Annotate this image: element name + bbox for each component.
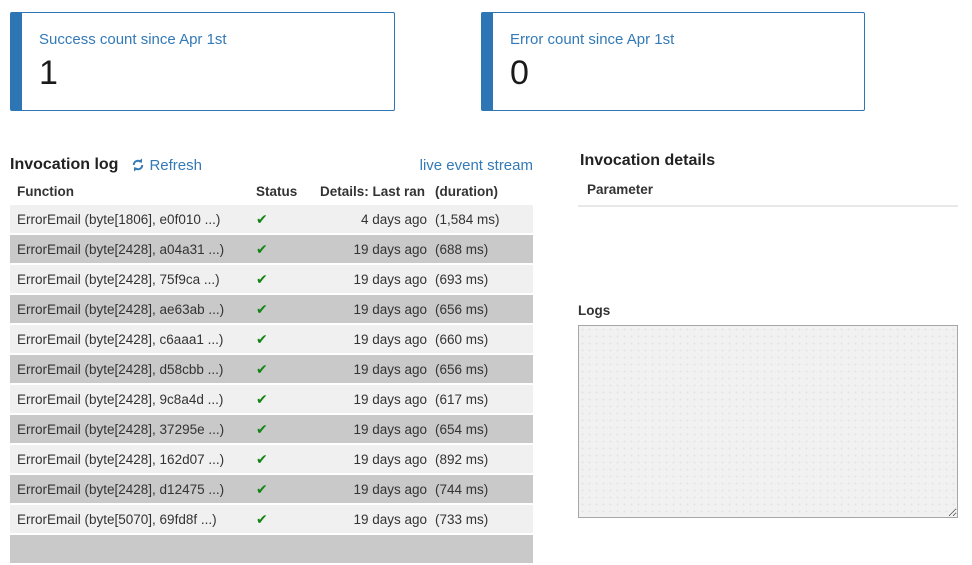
last-ran-cell: 19 days ago (353, 511, 427, 527)
last-ran-cell: 19 days ago (353, 361, 427, 377)
success-count-label: Success count since Apr 1st (39, 31, 227, 48)
function-cell: ErrorEmail (byte[1806], e0f010 ...) (17, 211, 221, 227)
function-cell: ErrorEmail (byte[2428], d58cbb ...) (17, 361, 224, 377)
status-cell: ✔ (240, 332, 302, 347)
table-row[interactable]: ErrorEmail (byte[2428], 9c8a4d ...) ✔ 19… (10, 385, 533, 413)
status-cell: ✔ (240, 212, 302, 227)
function-cell: ErrorEmail (byte[2428], 75f9ca ...) (17, 271, 220, 287)
last-ran-cell: 19 days ago (353, 331, 427, 347)
status-cell: ✔ (240, 482, 302, 497)
status-cell: ✔ (240, 512, 302, 527)
last-ran-cell: 4 days ago (360, 211, 427, 227)
status-cell: ✔ (240, 272, 302, 287)
column-header-duration: (duration) (435, 183, 498, 199)
success-check-icon: ✔ (256, 270, 268, 287)
invocation-log-title: Invocation log (10, 156, 119, 173)
function-cell: ErrorEmail (byte[5070], 69fd8f ...) (17, 511, 217, 527)
duration-cell: (733 ms) (435, 511, 489, 527)
duration-cell: (892 ms) (435, 451, 489, 467)
success-check-icon: ✔ (256, 420, 268, 437)
duration-cell: (744 ms) (435, 481, 489, 497)
last-ran-cell: 19 days ago (353, 241, 427, 257)
invocation-details-title: Invocation details (580, 152, 716, 169)
log-rows: ErrorEmail (byte[1806], e0f010 ...) ✔ 4 … (10, 205, 533, 563)
last-ran-cell: 19 days ago (353, 391, 427, 407)
column-header-last-ran: Details: Last ran (319, 183, 425, 199)
status-cell: ✔ (240, 242, 302, 257)
function-cell: ErrorEmail (byte[2428], d12475 ...) (17, 481, 225, 497)
function-cell: ErrorEmail (byte[2428], 162d07 ...) (17, 451, 225, 467)
parameter-column-header: Parameter (587, 182, 654, 197)
success-check-icon: ✔ (256, 210, 268, 227)
duration-cell: (1,584 ms) (435, 211, 500, 227)
last-ran-cell: 19 days ago (353, 301, 427, 317)
success-count-value: 1 (39, 54, 58, 92)
status-cell: ✔ (240, 302, 302, 317)
last-ran-cell: 19 days ago (353, 451, 427, 467)
function-cell: ErrorEmail (byte[2428], a04a31 ...) (17, 241, 225, 257)
table-row[interactable]: ErrorEmail (byte[2428], 162d07 ...) ✔ 19… (10, 445, 533, 473)
refresh-button[interactable]: Refresh (131, 157, 202, 174)
table-row[interactable]: ErrorEmail (byte[2428], c6aaa1 ...) ✔ 19… (10, 325, 533, 353)
duration-cell: (656 ms) (435, 301, 489, 317)
table-row[interactable]: ErrorEmail (byte[5070], 69fd8f ...) ✔ 19… (10, 505, 533, 533)
error-count-card: Error count since Apr 1st 0 (481, 12, 865, 111)
table-row[interactable]: ErrorEmail (byte[1806], e0f010 ...) ✔ 4 … (10, 205, 533, 233)
status-cell: ✔ (240, 452, 302, 467)
table-row[interactable]: ErrorEmail (byte[2428], ae63ab ...) ✔ 19… (10, 295, 533, 323)
success-check-icon: ✔ (256, 450, 268, 467)
column-header-function: Function (17, 183, 74, 199)
functions-monitor-page: Success count since Apr 1st 1 Error coun… (0, 0, 972, 563)
status-cell: ✔ (240, 392, 302, 407)
error-count-label: Error count since Apr 1st (510, 31, 675, 48)
duration-cell: (656 ms) (435, 361, 489, 377)
last-ran-cell: 19 days ago (353, 271, 427, 287)
last-ran-cell: 19 days ago (353, 481, 427, 497)
table-row[interactable] (10, 535, 533, 563)
duration-cell: (654 ms) (435, 421, 489, 437)
invocation-details-section: Invocation details Parameter Logs (578, 151, 958, 523)
refresh-label: Refresh (149, 156, 202, 174)
duration-cell: (693 ms) (435, 271, 489, 287)
success-check-icon: ✔ (256, 510, 268, 527)
logs-label: Logs (578, 303, 611, 318)
success-check-icon: ✔ (256, 390, 268, 407)
refresh-icon (133, 158, 144, 172)
success-check-icon: ✔ (256, 360, 268, 377)
function-cell: ErrorEmail (byte[2428], c6aaa1 ...) (17, 331, 224, 347)
table-row[interactable]: ErrorEmail (byte[2428], d12475 ...) ✔ 19… (10, 475, 533, 503)
parameter-divider (578, 205, 958, 207)
duration-cell: (688 ms) (435, 241, 489, 257)
function-cell: ErrorEmail (byte[2428], 37295e ...) (17, 421, 225, 437)
status-cell: ✔ (240, 362, 302, 377)
log-column-headers: Function Status Details: Last ran (durat… (10, 177, 533, 205)
table-row[interactable]: ErrorEmail (byte[2428], 37295e ...) ✔ 19… (10, 415, 533, 443)
success-check-icon: ✔ (256, 300, 268, 317)
invocation-log-header: Invocation log Refresh live event stream (10, 153, 533, 177)
duration-cell: (617 ms) (435, 391, 489, 407)
logs-textarea[interactable] (578, 325, 958, 518)
function-cell: ErrorEmail (byte[2428], 9c8a4d ...) (17, 391, 224, 407)
table-row[interactable]: ErrorEmail (byte[2428], a04a31 ...) ✔ 19… (10, 235, 533, 263)
status-cell: ✔ (240, 422, 302, 437)
success-check-icon: ✔ (256, 330, 268, 347)
live-event-stream-link[interactable]: live event stream (420, 157, 533, 174)
success-check-icon: ✔ (256, 240, 268, 257)
column-header-status: Status (256, 183, 298, 199)
table-row[interactable]: ErrorEmail (byte[2428], 75f9ca ...) ✔ 19… (10, 265, 533, 293)
function-cell: ErrorEmail (byte[2428], ae63ab ...) (17, 301, 225, 317)
table-row[interactable]: ErrorEmail (byte[2428], d58cbb ...) ✔ 19… (10, 355, 533, 383)
success-count-card: Success count since Apr 1st 1 (10, 12, 395, 111)
last-ran-cell: 19 days ago (353, 421, 427, 437)
success-check-icon: ✔ (256, 480, 268, 497)
error-count-value: 0 (510, 54, 529, 92)
duration-cell: (660 ms) (435, 331, 489, 347)
invocation-log-section: Invocation log Refresh live event stream… (10, 153, 533, 565)
